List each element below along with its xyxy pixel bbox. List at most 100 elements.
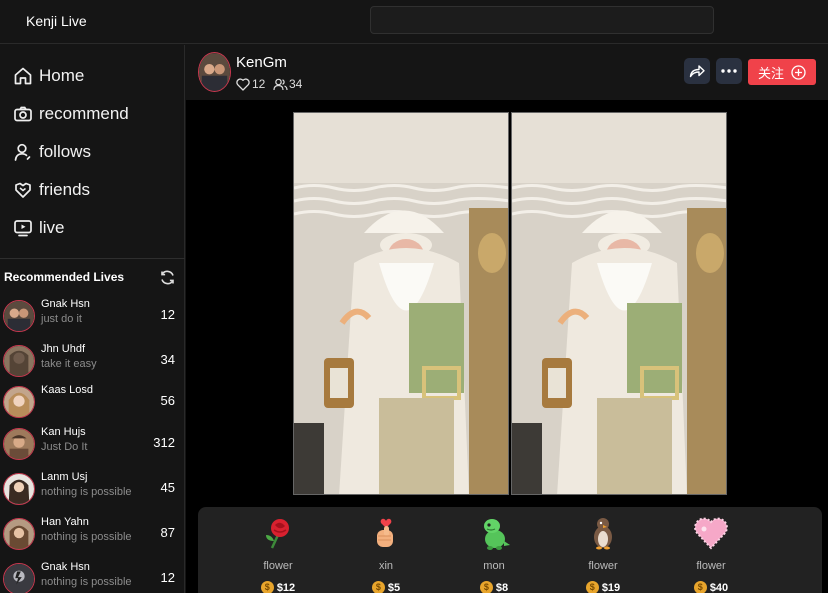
share-icon — [689, 64, 705, 78]
rose-icon — [258, 513, 298, 553]
coin-icon: $ — [260, 581, 274, 593]
recommended-item[interactable]: Lanm Usj nothing is possible 45 — [3, 469, 181, 509]
gift-price-value: $8 — [495, 581, 509, 593]
nav-label: Home — [39, 66, 85, 85]
gift-price-value: $12 — [276, 581, 296, 593]
user-icon — [12, 141, 34, 163]
app-title: Kenji Live — [26, 13, 87, 29]
nav-item-follows[interactable]: follows — [12, 137, 91, 167]
avatar — [3, 563, 35, 593]
recommended-item[interactable]: Gnak Hsn just do it 12 — [3, 296, 181, 336]
nav-item-friends[interactable]: friends — [12, 175, 90, 205]
gift-item[interactable]: xin $ $5 — [351, 513, 421, 593]
recommended-name: Kan Hujs — [41, 426, 86, 438]
recommended-item[interactable]: Gnak Hsn nothing is possible 12 — [3, 559, 181, 593]
nav-label: follows — [39, 142, 91, 161]
gift-price: $ $40 — [676, 581, 746, 593]
nav-item-home[interactable]: Home — [12, 61, 84, 91]
recommended-subtitle: Just Do It — [41, 441, 88, 453]
recommended-item[interactable]: Kan Hujs Just Do It 312 — [3, 424, 181, 464]
gift-item[interactable]: flower $ $12 — [243, 513, 313, 593]
heart-icon — [236, 77, 250, 91]
viewers-stat: 34 — [273, 77, 302, 91]
recommended-name: Gnak Hsn — [41, 561, 90, 573]
sidebar: Home recommend follows friends live Reco… — [0, 45, 185, 593]
penguin-icon — [583, 513, 623, 553]
viewer-count: 45 — [160, 480, 175, 495]
recommended-subtitle: take it easy — [41, 358, 97, 370]
avatar — [3, 386, 35, 418]
pink-heart-icon — [691, 513, 731, 553]
recommended-title: Recommended Lives — [4, 270, 125, 284]
gift-price: $ $8 — [459, 581, 529, 593]
recommended-name: Han Yahn — [41, 516, 89, 528]
likes-count: 12 — [252, 77, 266, 91]
camera-icon — [12, 103, 34, 125]
gift-name: flower — [696, 560, 726, 572]
coin-icon: $ — [479, 581, 493, 593]
refresh-icon[interactable] — [159, 269, 176, 286]
gift-item[interactable]: mon $ $8 — [459, 513, 529, 593]
host-avatar[interactable] — [198, 52, 231, 92]
top-bar: Kenji Live — [0, 0, 828, 44]
nav-label: recommend — [39, 104, 129, 123]
nav-label: friends — [39, 180, 91, 199]
handshake-icon — [12, 179, 34, 201]
avatar — [3, 428, 35, 460]
gift-price: $ $12 — [243, 581, 313, 593]
coin-icon: $ — [371, 581, 385, 593]
live-play-icon — [12, 217, 34, 239]
search-input[interactable] — [370, 6, 714, 34]
video-stream-right[interactable] — [511, 112, 727, 495]
gift-price-value: $5 — [387, 581, 401, 593]
recommended-name: Gnak Hsn — [41, 298, 90, 310]
follow-label: 关注 — [757, 65, 784, 81]
nav-item-recommend[interactable]: recommend — [12, 99, 129, 129]
nav-item-live[interactable]: live — [12, 213, 65, 243]
recommended-subtitle: nothing is possible — [41, 486, 132, 498]
gift-price: $ $19 — [568, 581, 638, 593]
likes-stat: 12 — [236, 77, 265, 91]
gift-item[interactable]: flower $ $19 — [568, 513, 638, 593]
coin-icon: $ — [693, 581, 707, 593]
more-button[interactable] — [716, 58, 742, 84]
live-room: KenGm 12 34 关注 flower $ $12 xin $ $5 mon… — [186, 45, 828, 593]
gift-name: flower — [263, 560, 293, 572]
viewer-count: 12 — [160, 307, 175, 322]
home-icon — [12, 65, 34, 87]
share-button[interactable] — [684, 58, 710, 84]
viewer-count: 12 — [160, 570, 175, 585]
recommended-item[interactable]: Han Yahn nothing is possible 87 — [3, 514, 181, 554]
nav-label: live — [39, 218, 65, 237]
viewer-count: 312 — [153, 435, 175, 450]
gift-price-value: $40 — [709, 581, 729, 593]
more-icon — [721, 69, 737, 73]
users-icon — [273, 78, 288, 91]
viewer-count: 34 — [160, 352, 175, 367]
recommended-subtitle: nothing is possible — [41, 531, 132, 543]
dinosaur-icon — [474, 513, 514, 553]
viewer-count: 87 — [160, 525, 175, 540]
recommended-name: Kaas Losd — [41, 384, 93, 396]
recommended-item[interactable]: Jhn Uhdf take it easy 34 — [3, 341, 181, 381]
avatar — [3, 300, 35, 332]
avatar — [3, 345, 35, 377]
video-stream-left[interactable] — [293, 112, 509, 495]
gift-panel: flower $ $12 xin $ $5 mon $ $8 flower $ … — [198, 507, 822, 593]
gift-price: $ $5 — [351, 581, 421, 593]
host-name: KenGm — [236, 54, 287, 71]
recommended-subtitle: just do it — [41, 313, 82, 325]
follow-button[interactable]: 关注 — [748, 59, 816, 85]
host-header: KenGm 12 34 关注 — [186, 45, 828, 100]
gift-item[interactable]: flower $ $40 — [676, 513, 746, 593]
avatar — [3, 518, 35, 550]
recommended-item[interactable]: Kaas Losd 56 — [3, 382, 181, 422]
recommended-name: Lanm Usj — [41, 471, 88, 483]
finger-heart-icon — [366, 513, 406, 553]
gift-name: mon — [483, 560, 505, 572]
viewer-count: 56 — [160, 393, 175, 408]
gift-name: flower — [588, 560, 618, 572]
avatar — [3, 473, 35, 505]
plus-circle-icon — [791, 64, 806, 80]
recommended-name: Jhn Uhdf — [41, 343, 86, 355]
